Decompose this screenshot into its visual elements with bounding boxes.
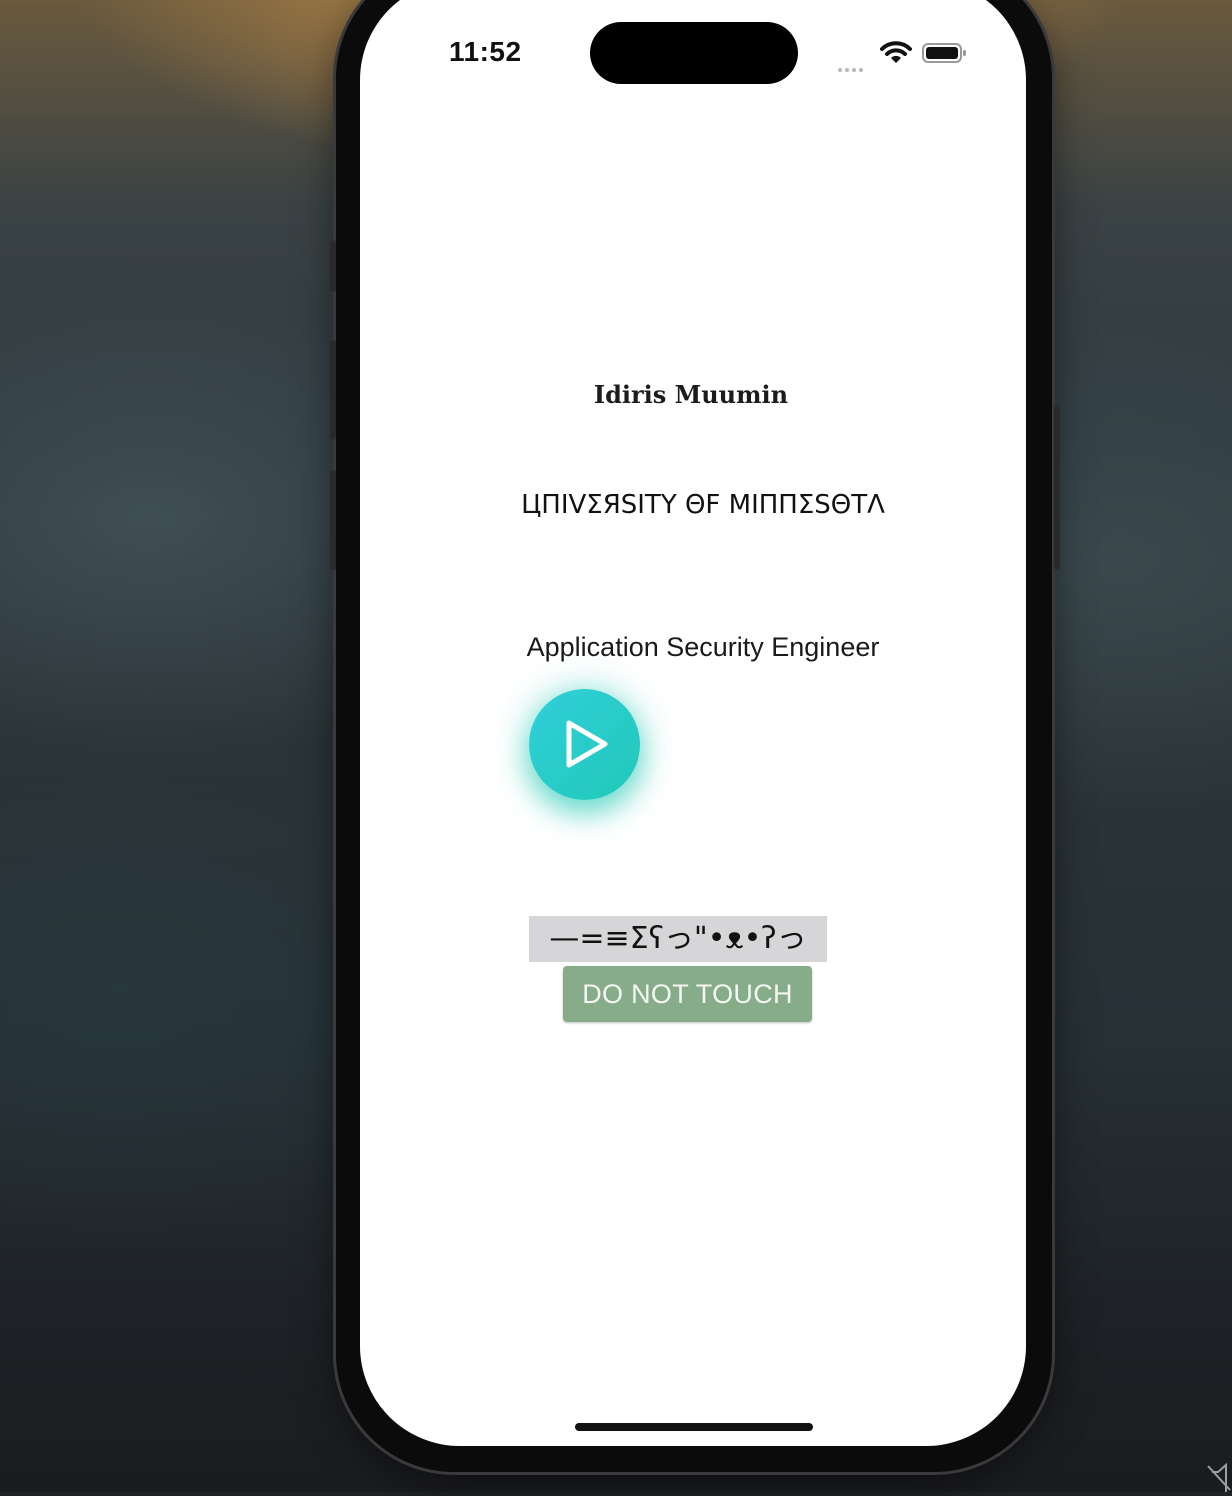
signal-dots-icon: [838, 57, 872, 72]
action-button: [330, 240, 336, 292]
battery-icon: [922, 42, 968, 64]
university-label: ЦПIVΣЯЅITY ΘF MIППΣЅΘTΛ: [521, 490, 885, 520]
phone-screen: [360, 0, 1026, 1446]
volume-down-button: [330, 470, 336, 570]
speaker-muted-icon[interactable]: [1204, 1460, 1232, 1492]
play-icon: [566, 720, 608, 768]
power-button: [1054, 405, 1060, 570]
status-time: 11:52: [449, 36, 522, 67]
play-button[interactable]: [529, 689, 640, 800]
name-label: Idiris Muumin: [593, 380, 789, 409]
dynamic-island: [590, 22, 798, 84]
volume-up-button: [330, 340, 336, 440]
kaomoji-label: —=≡Σʕっ"•ᴥ•ʔっ: [529, 916, 827, 962]
home-indicator[interactable]: [575, 1423, 813, 1431]
do-not-touch-button[interactable]: DO NOT TOUCH: [563, 966, 812, 1022]
role-label: Application Security Engineer: [526, 632, 880, 662]
wifi-icon: [880, 40, 912, 66]
